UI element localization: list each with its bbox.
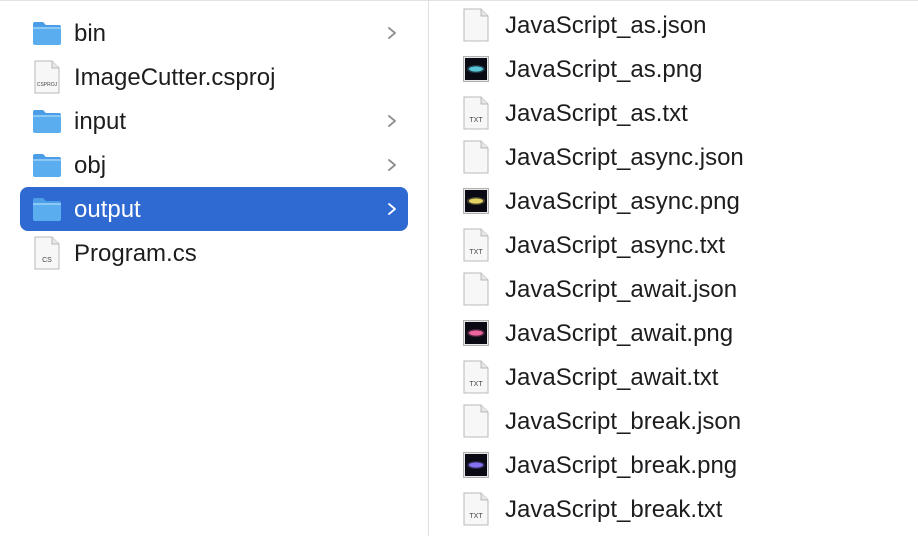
file-label: JavaScript_async.txt [505, 232, 726, 259]
column-left: bin CSPROJ ImageCutter.csproj input obj outpu… [0, 0, 428, 536]
file-row-javascript-await-json[interactable]: JavaScript_await.json [459, 267, 899, 311]
image-thumbnail-icon [463, 452, 489, 486]
json-file-icon [463, 404, 489, 438]
item-label: input [74, 108, 127, 135]
file-label: JavaScript_async.json [505, 144, 744, 171]
json-file-icon [463, 140, 489, 174]
item-label: output [74, 196, 141, 223]
file-label: JavaScript_as.txt [505, 100, 688, 127]
image-thumbnail-icon [463, 56, 489, 90]
file-row-javascript-break-json[interactable]: JavaScript_break.json [459, 399, 899, 443]
file-row-javascript-async-txt[interactable]: TXT JavaScript_async.txt [459, 223, 899, 267]
json-file-icon [463, 272, 489, 306]
chevron-right-icon [386, 153, 398, 177]
item-label: Program.cs [74, 240, 197, 267]
file-row-javascript-as-txt[interactable]: TXT JavaScript_as.txt [459, 91, 899, 135]
chevron-right-icon [386, 109, 398, 133]
file-label: JavaScript_await.png [505, 320, 734, 347]
file-row-javascript-break-txt[interactable]: TXT JavaScript_break.txt [459, 487, 899, 531]
folder-icon [32, 107, 62, 135]
svg-text:CS: CS [42, 257, 52, 264]
text-file-icon: TXT [463, 360, 489, 394]
text-file-icon: TXT [463, 228, 489, 262]
csproj-file-icon: CSPROJ [34, 60, 64, 94]
file-label: JavaScript_await.json [505, 276, 738, 303]
folder-icon [32, 151, 62, 179]
item-label: ImageCutter.csproj [74, 64, 276, 91]
file-row-javascript-as-png[interactable]: JavaScript_as.png [459, 47, 899, 91]
item-label: bin [74, 20, 107, 47]
chevron-right-icon [386, 197, 398, 221]
image-thumbnail-icon [463, 320, 489, 354]
folder-row-output[interactable]: output [20, 187, 408, 231]
svg-text:TXT: TXT [469, 249, 483, 256]
folder-icon [32, 19, 62, 47]
image-thumbnail-icon [463, 188, 489, 222]
file-row-javascript-break-png[interactable]: JavaScript_break.png [459, 443, 899, 487]
file-row-imagecutter-csproj[interactable]: CSPROJ ImageCutter.csproj [20, 55, 408, 99]
item-label: obj [74, 152, 107, 179]
file-row-javascript-async-png[interactable]: JavaScript_async.png [459, 179, 899, 223]
file-label: JavaScript_await.txt [505, 364, 719, 391]
svg-text:TXT: TXT [469, 513, 483, 520]
folder-icon [32, 195, 62, 223]
text-file-icon: TXT [463, 492, 489, 526]
file-label: JavaScript_async.png [505, 188, 740, 215]
json-file-icon [463, 8, 489, 42]
file-label: JavaScript_break.json [505, 408, 742, 435]
svg-text:TXT: TXT [469, 381, 483, 388]
file-row-javascript-async-json[interactable]: JavaScript_async.json [459, 135, 899, 179]
file-label: JavaScript_as.png [505, 56, 703, 83]
file-label: JavaScript_as.json [505, 12, 707, 39]
cs-file-icon: CS [34, 236, 64, 270]
file-row-program-cs[interactable]: CS Program.cs [20, 231, 408, 275]
file-label: JavaScript_break.png [505, 452, 738, 479]
file-row-javascript-as-json[interactable]: JavaScript_as.json [459, 3, 899, 47]
text-file-icon: TXT [463, 96, 489, 130]
folder-row-obj[interactable]: obj [20, 143, 408, 187]
file-row-javascript-await-txt[interactable]: TXT JavaScript_await.txt [459, 355, 899, 399]
svg-text:CSPROJ: CSPROJ [37, 82, 58, 88]
file-label: JavaScript_break.txt [505, 496, 723, 523]
column-right: JavaScript_as.json JavaScript_as.png TXT Ja… [429, 0, 918, 536]
folder-row-input[interactable]: input [20, 99, 408, 143]
svg-text:TXT: TXT [469, 117, 483, 124]
chevron-right-icon [386, 21, 398, 45]
file-row-javascript-await-png[interactable]: JavaScript_await.png [459, 311, 899, 355]
folder-row-bin[interactable]: bin [20, 11, 408, 55]
